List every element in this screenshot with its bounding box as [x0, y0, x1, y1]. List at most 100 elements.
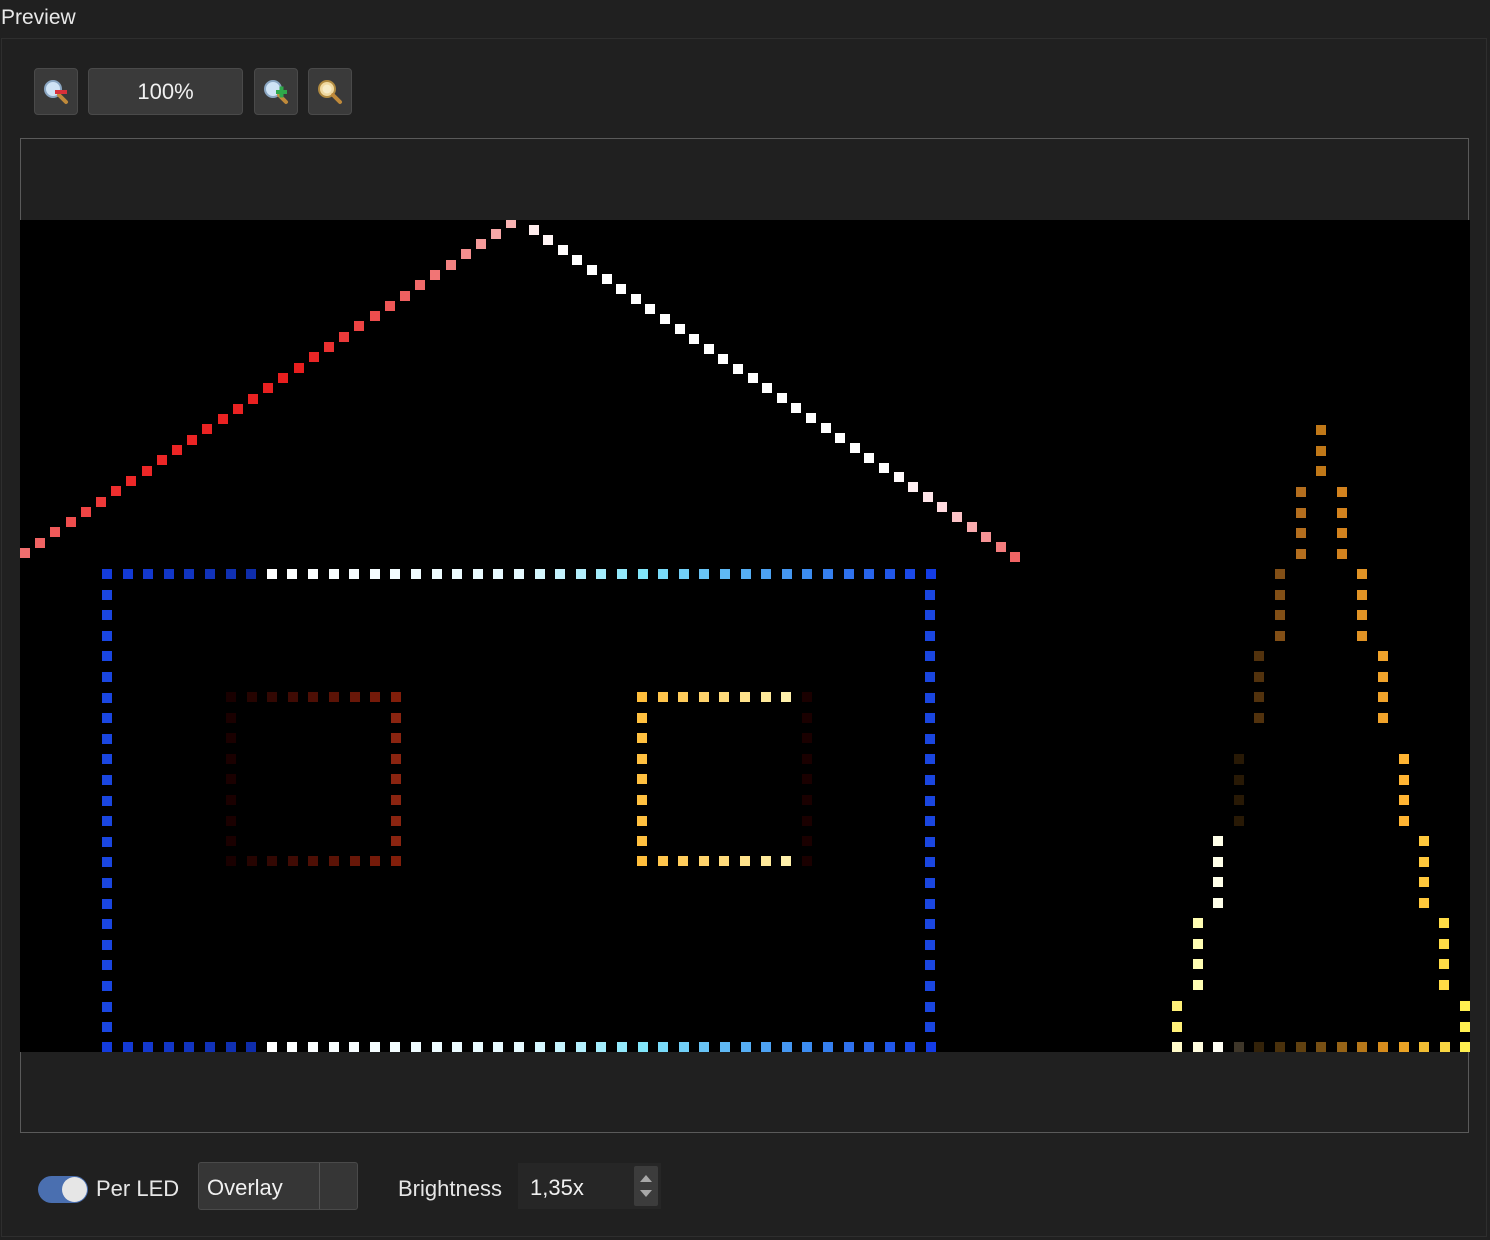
led-dot — [1213, 836, 1223, 846]
led-canvas[interactable] — [20, 220, 1470, 1052]
led-dot — [102, 1022, 112, 1032]
led-dot — [102, 837, 112, 847]
led-dot — [324, 342, 334, 352]
led-dot — [1378, 1042, 1388, 1052]
led-dot — [350, 692, 360, 702]
led-dot — [791, 403, 801, 413]
led-dot — [102, 940, 112, 950]
led-dot — [596, 569, 606, 579]
led-dot — [660, 314, 670, 324]
zoom-out-icon — [44, 79, 68, 104]
led-dot — [308, 1042, 318, 1052]
led-dot — [102, 734, 112, 744]
led-dot — [1399, 795, 1409, 805]
led-dot — [415, 280, 425, 290]
mode-dropdown[interactable]: Overlay — [198, 1162, 358, 1210]
led-dot — [247, 692, 257, 702]
led-dot — [558, 245, 568, 255]
led-dot — [1316, 425, 1326, 435]
led-dot — [925, 857, 935, 867]
led-dot — [102, 569, 112, 579]
led-dot — [493, 569, 503, 579]
led-dot — [102, 693, 112, 703]
spin-arrows[interactable] — [634, 1166, 658, 1206]
led-dot — [267, 569, 277, 579]
led-dot — [777, 393, 787, 403]
led-dot — [1419, 857, 1429, 867]
led-dot — [233, 404, 243, 414]
led-dot — [905, 1042, 915, 1052]
led-dot — [1234, 795, 1244, 805]
per-led-toggle[interactable] — [38, 1176, 88, 1203]
led-dot — [329, 1042, 339, 1052]
led-dot — [102, 713, 112, 723]
led-dot — [761, 692, 771, 702]
led-dot — [1439, 959, 1449, 969]
led-dot — [1234, 775, 1244, 785]
led-dot — [349, 569, 359, 579]
led-dot — [1337, 528, 1347, 538]
led-dot — [226, 1042, 236, 1052]
led-dot — [370, 856, 380, 866]
led-dot — [102, 651, 112, 661]
led-dot — [741, 1042, 751, 1052]
led-dot — [925, 754, 935, 764]
led-dot — [925, 919, 935, 929]
led-dot — [143, 569, 153, 579]
led-dot — [432, 569, 442, 579]
led-dot — [1460, 1042, 1470, 1052]
led-dot — [514, 569, 524, 579]
led-dot — [864, 1042, 874, 1052]
led-dot — [218, 414, 228, 424]
led-dot — [926, 1042, 936, 1052]
led-dot — [1193, 918, 1203, 928]
led-dot — [329, 569, 339, 579]
led-dot — [205, 1042, 215, 1052]
led-dot — [740, 692, 750, 702]
led-dot — [1399, 1042, 1409, 1052]
led-dot — [102, 960, 112, 970]
led-dot — [923, 492, 933, 502]
led-dot — [802, 774, 812, 784]
led-dot — [885, 1042, 895, 1052]
led-dot — [309, 352, 319, 362]
led-dot — [1357, 631, 1367, 641]
led-dot — [143, 1042, 153, 1052]
led-dot — [596, 1042, 606, 1052]
led-dot — [123, 569, 133, 579]
zoom-in-button[interactable] — [254, 68, 298, 115]
led-dot — [102, 1002, 112, 1012]
led-dot — [1172, 1042, 1182, 1052]
led-dot — [823, 1042, 833, 1052]
led-dot — [248, 394, 258, 404]
led-dot — [308, 569, 318, 579]
led-dot — [555, 569, 565, 579]
led-dot — [925, 734, 935, 744]
led-dot — [288, 692, 298, 702]
led-dot — [391, 692, 401, 702]
led-dot — [432, 1042, 442, 1052]
led-dot — [802, 1042, 812, 1052]
zoom-fit-button[interactable] — [308, 68, 352, 115]
led-dot — [473, 1042, 483, 1052]
led-dot — [446, 260, 456, 270]
led-dot — [879, 463, 889, 473]
zoom-level-display[interactable]: 100% — [88, 68, 243, 115]
brightness-label: Brightness — [398, 1176, 502, 1201]
led-dot — [184, 569, 194, 579]
led-dot — [370, 311, 380, 321]
led-dot — [1172, 1001, 1182, 1011]
brightness-spinbox[interactable]: 1,35x — [518, 1163, 661, 1209]
zoom-out-button[interactable] — [34, 68, 78, 115]
led-dot — [821, 423, 831, 433]
led-dot — [658, 692, 668, 702]
led-dot — [925, 651, 935, 661]
led-dot — [226, 816, 236, 826]
led-dot — [267, 692, 277, 702]
led-dot — [506, 220, 516, 228]
led-dot — [802, 733, 812, 743]
led-dot — [1378, 651, 1388, 661]
led-dot — [308, 692, 318, 702]
led-dot — [267, 856, 277, 866]
led-dot — [1275, 590, 1285, 600]
